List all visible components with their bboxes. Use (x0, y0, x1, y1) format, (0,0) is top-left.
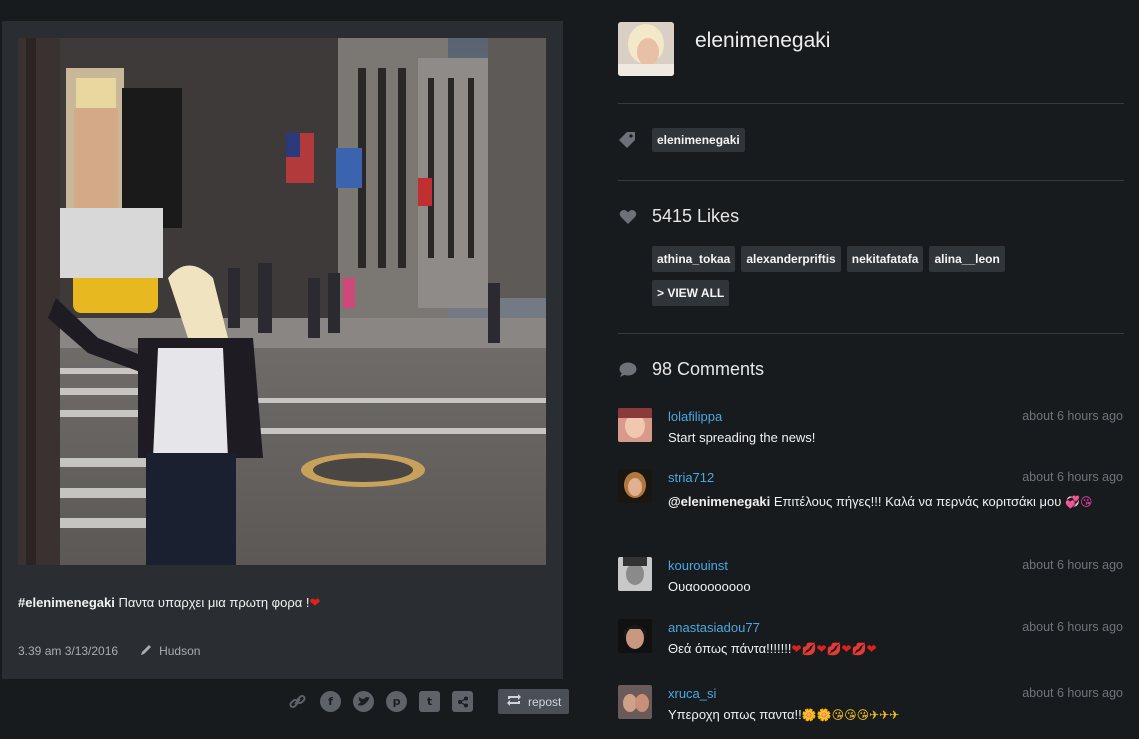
liker-pill[interactable]: alina__leon (929, 246, 1005, 272)
comment-username[interactable]: stria712 (668, 470, 714, 485)
caption-hashtag[interactable]: #elenimenegaki (18, 595, 115, 610)
tag-pill[interactable]: elenimenegaki (652, 128, 745, 152)
tags-section: elenimenegaki (618, 128, 745, 152)
comment-mention[interactable]: @elenimenegaki (668, 494, 770, 509)
comment-username[interactable]: anastasiadou77 (668, 620, 760, 635)
comment-username[interactable]: lolafilippa (668, 409, 722, 424)
heart-emoji: ❤ (309, 595, 321, 610)
avatar[interactable] (618, 408, 652, 442)
share-bar: f p t repost (287, 689, 570, 714)
post-filter: Hudson (140, 643, 200, 659)
comment-emoji: 🌼🌼😘😘😘✈✈✈ (801, 708, 900, 722)
twitter-icon[interactable] (353, 691, 374, 712)
liker-pill[interactable]: athina_tokaa (652, 246, 736, 272)
profile-header: elenimenegaki (618, 22, 830, 76)
facebook-icon[interactable]: f (320, 691, 341, 712)
comment-username[interactable]: xruca_si (668, 686, 716, 701)
likes-count: 5415 Likes (652, 206, 740, 226)
tumblr-icon[interactable]: t (419, 691, 440, 712)
avatar[interactable] (618, 619, 652, 653)
comment-text: Start spreading the news! (668, 430, 816, 445)
comment-text: Ουαοοοοοοοο (668, 579, 751, 594)
link-icon[interactable] (287, 691, 308, 712)
repost-label: repost (528, 694, 562, 709)
filter-name: Hudson (159, 644, 201, 658)
comments-header: 98 Comments (618, 359, 764, 380)
comment-time: about 6 hours ago (1022, 620, 1123, 634)
divider (618, 333, 1124, 334)
avatar[interactable] (618, 557, 652, 591)
comment-time: about 6 hours ago (1022, 686, 1123, 700)
divider (618, 103, 1124, 104)
pencil-icon (140, 643, 153, 659)
comment-time: about 6 hours ago (1022, 409, 1123, 423)
comment-emoji: 💞😘 (1065, 495, 1093, 509)
liker-pill[interactable]: nekitafatafa (846, 246, 924, 272)
liker-pill[interactable]: alexanderpriftis (741, 246, 841, 272)
comment-text: @elenimenegaki Επιτέλους πήγες!!! Καλά ν… (668, 494, 1093, 509)
divider (618, 180, 1124, 181)
view-all-likes-button[interactable]: > VIEW ALL (652, 280, 730, 306)
pinterest-icon[interactable]: p (386, 691, 407, 712)
avatar[interactable] (618, 22, 674, 76)
post-caption: #elenimenegaki Παντα υπαρχει μια πρωτη φ… (18, 595, 320, 611)
post-datetime: 3.39 am 3/13/2016 (18, 644, 119, 658)
comments-count: 98 Comments (652, 359, 765, 379)
post-card: #elenimenegaki Παντα υπαρχει μια πρωτη φ… (2, 21, 563, 679)
avatar[interactable] (618, 469, 652, 503)
comment-time: about 6 hours ago (1022, 558, 1123, 572)
likers-list: athina_tokaa alexanderpriftis nekitafata… (652, 246, 1072, 306)
caption-text: Παντα υπαρχει μια πρωτη φορα ! (114, 595, 310, 610)
profile-username[interactable]: elenimenegaki (695, 29, 830, 53)
comment-emoji: ❤💋❤💋❤💋❤ (791, 642, 877, 656)
repost-button[interactable]: repost (498, 689, 570, 714)
repost-icon (506, 693, 522, 710)
comment-icon (618, 360, 638, 380)
likes-header: 5415 Likes (618, 206, 739, 227)
comment-time: about 6 hours ago (1022, 470, 1123, 484)
post-photo[interactable] (18, 38, 546, 565)
comment-username[interactable]: kourouinst (668, 558, 728, 573)
comment-text: Θεά όπως πάντα!!!!!!!❤💋❤💋❤💋❤ (668, 641, 877, 656)
tag-icon (618, 130, 638, 150)
comment-text: Υπεροχη οπως παντα!!🌼🌼😘😘😘✈✈✈ (668, 707, 900, 722)
share-icon[interactable] (452, 691, 473, 712)
avatar[interactable] (618, 685, 652, 719)
post-meta: 3.39 am 3/13/2016 Hudson (18, 643, 200, 659)
heart-icon (618, 207, 638, 227)
